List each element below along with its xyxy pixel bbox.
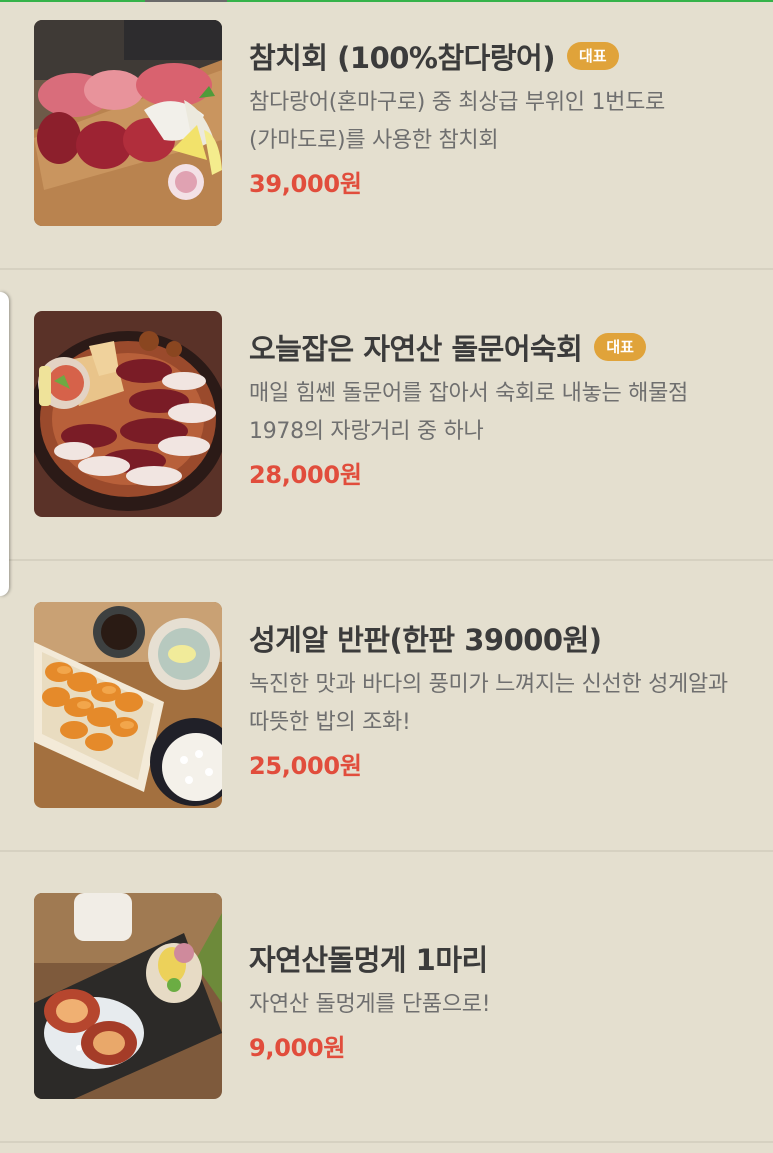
menu-description: 자연산 돌멍게를 단품으로! bbox=[249, 992, 491, 1017]
title-row: 오늘잡은 자연산 돌문어숙회 대표 bbox=[249, 325, 754, 369]
title-row: 참치회 (100%참다랑어) 대표 bbox=[249, 34, 754, 78]
menu-description: 녹진한 맛과 바다의 풍미가 느껴지는 신선한 성게알과 따뜻한 밥의 조화! bbox=[249, 672, 728, 735]
menu-info: 성게알 반판(한판 39000원) 녹진한 맛과 바다의 풍미가 느껴지는 신선… bbox=[249, 616, 754, 781]
menu-item[interactable]: 성게알 반판(한판 39000원) 녹진한 맛과 바다의 풍미가 느껴지는 신선… bbox=[0, 561, 773, 852]
menu-price: 28,000원 bbox=[249, 461, 362, 489]
menu-info: 오늘잡은 자연산 돌문어숙회 대표 매일 힘쎈 돌문어를 잡아서 숙회로 내놓는… bbox=[249, 325, 754, 490]
menu-item[interactable]: 자연산돌멍게 1마리 자연산 돌멍게를 단품으로! 9,000원 bbox=[0, 852, 773, 1143]
menu-price: 39,000원 bbox=[249, 170, 362, 198]
menu-price: 9,000원 bbox=[249, 1034, 346, 1062]
menu-info: 자연산돌멍게 1마리 자연산 돌멍게를 단품으로! 9,000원 bbox=[249, 936, 754, 1063]
menu-info: 참치회 (100%참다랑어) 대표 참다랑어(혼마구로) 중 최상급 부위인 1… bbox=[249, 34, 754, 199]
menu-name[interactable]: 참치회 (100%참다랑어) bbox=[249, 35, 555, 77]
menu-item[interactable]: 참치회 (100%참다랑어) 대표 참다랑어(혼마구로) 중 최상급 부위인 1… bbox=[0, 0, 773, 270]
title-row: 자연산돌멍게 1마리 bbox=[249, 936, 754, 980]
title-row: 성게알 반판(한판 39000원) bbox=[249, 616, 754, 660]
signature-badge: 대표 bbox=[594, 333, 646, 361]
menu-item[interactable]: 오늘잡은 자연산 돌문어숙회 대표 매일 힘쎈 돌문어를 잡아서 숙회로 내놓는… bbox=[0, 270, 773, 561]
menu-description: 매일 힘쎈 돌문어를 잡아서 숙회로 내놓는 해물점 1978의 자랑거리 중 … bbox=[249, 381, 688, 444]
menu-name[interactable]: 자연산돌멍게 1마리 bbox=[249, 937, 488, 979]
sea-squirt-photo[interactable] bbox=[34, 893, 222, 1099]
sea-urchin-photo[interactable] bbox=[34, 602, 222, 808]
signature-badge: 대표 bbox=[566, 42, 619, 70]
edge-panel-handle[interactable] bbox=[0, 292, 9, 596]
menu-name[interactable]: 성게알 반판(한판 39000원) bbox=[249, 617, 602, 659]
octopus-platter-photo[interactable] bbox=[34, 311, 222, 517]
menu-name[interactable]: 오늘잡은 자연산 돌문어숙회 bbox=[249, 326, 583, 368]
menu-price: 25,000원 bbox=[249, 752, 362, 780]
tuna-sashimi-photo[interactable] bbox=[34, 20, 222, 226]
menu-description: 참다랑어(혼마구로) 중 최상급 부위인 1번도로(가마도로)를 사용한 참치회 bbox=[249, 90, 665, 153]
